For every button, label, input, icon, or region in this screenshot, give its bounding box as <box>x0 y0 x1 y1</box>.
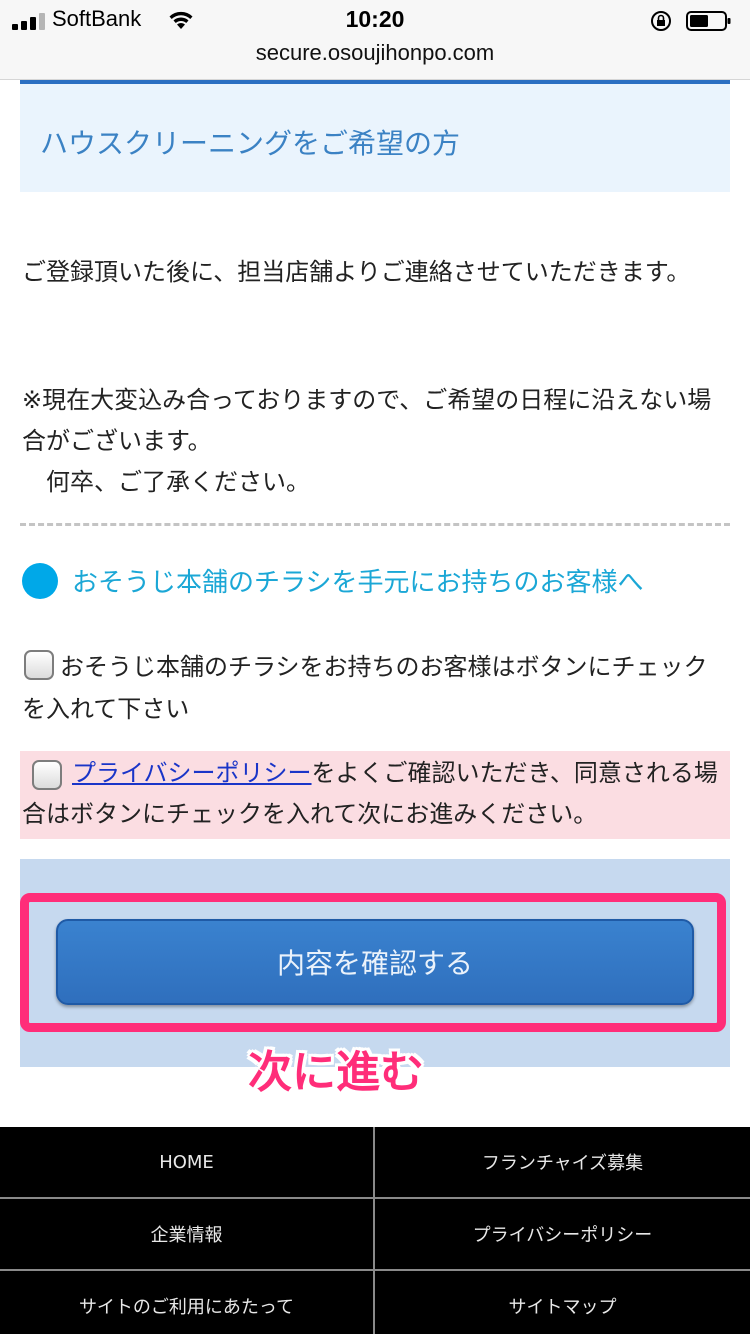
notice-title: ハウスクリーニングをご希望の方 <box>40 127 461 160</box>
next-step-annotation: 次に進む <box>248 1047 424 1098</box>
rotation-lock-icon <box>651 11 671 31</box>
bullet-dot-icon <box>22 563 58 599</box>
confirm-button[interactable]: 内容を確認する <box>56 919 694 1005</box>
footer-link-privacy[interactable]: プライバシーポリシー <box>376 1199 749 1269</box>
address-bar-url[interactable]: secure.osoujihonpo.com <box>0 40 750 66</box>
footer-nav: HOME フランチャイズ募集 企業情報 プライバシーポリシー サイトのご利用にあ… <box>0 1127 750 1334</box>
cleaning-notice-box: ハウスクリーニングをご希望の方 <box>20 80 730 192</box>
battery-icon <box>686 11 731 31</box>
footer-divider-horizontal <box>0 1197 750 1199</box>
flyer-section-heading: おそうじ本舗のチラシを手元にお持ちのお客様へ <box>72 568 644 598</box>
contact-info-text: ご登録頂いた後に、担当店舗よりご連絡させていただきます。 <box>22 258 691 286</box>
footer-link-terms[interactable]: サイトのご利用にあたって <box>0 1271 373 1334</box>
busy-notice-line2: 何卒、ご了承ください。 <box>46 468 310 496</box>
privacy-agree-checkbox[interactable] <box>32 760 62 790</box>
footer-link-home[interactable]: HOME <box>0 1127 373 1197</box>
footer-link-franchise[interactable]: フランチャイズ募集 <box>376 1127 749 1197</box>
flyer-checkbox[interactable] <box>24 650 54 680</box>
footer-link-sitemap[interactable]: サイトマップ <box>376 1271 749 1334</box>
privacy-policy-link[interactable]: プライバシーポリシー <box>72 759 312 787</box>
flyer-checkbox-label[interactable]: おそうじ本舗のチラシをお持ちのお客様はボタンにチェックを入れて下さい <box>22 646 730 730</box>
status-time: 10:20 <box>345 6 405 32</box>
section-divider <box>20 523 730 526</box>
privacy-agreement-text: プライバシーポリシーをよくご確認いただき、同意される場合はボタンにチェックを入れ… <box>22 753 730 835</box>
footer-link-company[interactable]: 企業情報 <box>0 1199 373 1269</box>
status-bar: SoftBank 10:20 secure.osoujihonpo.com <box>0 0 750 80</box>
footer-divider-horizontal <box>0 1269 750 1271</box>
busy-notice-line1: ※現在大変込み合っておりますので、ご希望の日程に沿えない場合がございます。 <box>22 386 712 455</box>
footer-divider-vertical <box>373 1127 375 1334</box>
busy-notice-text: ※現在大変込み合っておりますので、ご希望の日程に沿えない場合がございます。 何卒… <box>22 380 730 503</box>
